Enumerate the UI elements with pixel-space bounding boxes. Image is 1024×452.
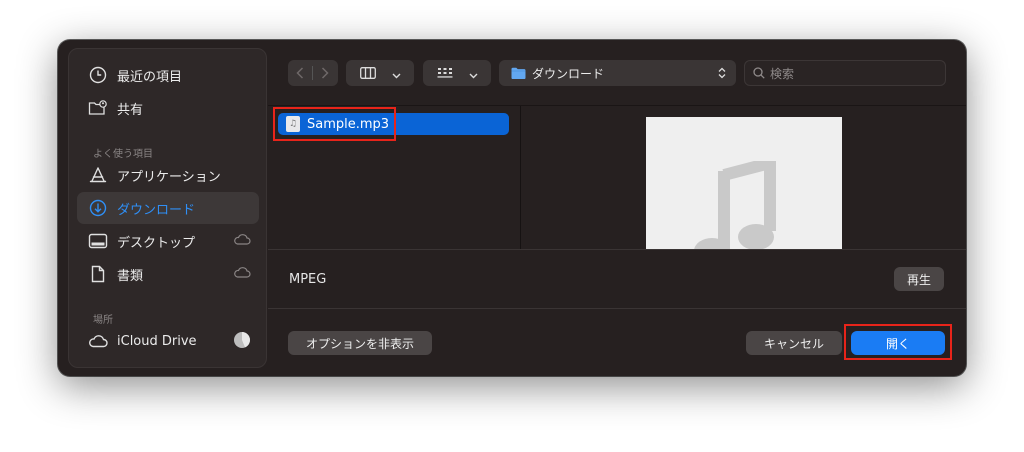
sidebar-item-label: iCloud Drive — [117, 333, 197, 349]
partial-sidebar-icon — [97, 363, 109, 367]
group-button[interactable] — [423, 60, 491, 86]
highlight-box — [273, 107, 396, 141]
file-kind: MPEG — [289, 272, 327, 287]
view-mode-button[interactable] — [346, 60, 414, 86]
download-icon — [87, 197, 109, 219]
hide-options-button[interactable]: オプションを非表示 — [288, 331, 432, 355]
up-down-chevron-icon — [718, 64, 726, 83]
sidebar-item-label: 共有 — [117, 102, 144, 118]
icloud-status-icon — [233, 233, 251, 249]
storage-pie-icon — [233, 331, 251, 353]
sidebar-item-shared[interactable]: 共有 — [77, 92, 259, 124]
column-divider — [520, 106, 521, 249]
sidebar-item-label: 書類 — [117, 268, 144, 284]
icloud-status-icon — [233, 266, 251, 282]
chevron-down-icon — [469, 64, 478, 83]
document-icon — [87, 263, 109, 285]
locations-header: 場所 — [93, 315, 113, 326]
cancel-button[interactable]: キャンセル — [746, 331, 842, 355]
footer-divider — [268, 308, 966, 309]
location-current: ダウンロード — [511, 65, 604, 82]
preview-divider — [268, 249, 966, 250]
sidebar-item-label: ダウンロード — [117, 202, 196, 218]
search-field[interactable]: 検索 — [744, 60, 946, 86]
sidebar-item-label: 最近の項目 — [117, 69, 183, 85]
forward-icon[interactable] — [313, 67, 337, 79]
sidebar-item-recents[interactable]: 最近の項目 — [77, 59, 259, 91]
play-button[interactable]: 再生 — [894, 267, 944, 291]
grid-group-icon — [437, 64, 453, 83]
search-placeholder: 検索 — [770, 66, 795, 81]
sidebar-item-label: デスクトップ — [117, 235, 196, 251]
location-label: ダウンロード — [532, 66, 605, 81]
desktop-icon — [87, 230, 109, 252]
shared-folder-icon — [87, 97, 109, 119]
clock-icon — [87, 64, 109, 86]
highlight-box — [844, 324, 952, 360]
music-note-icon — [694, 155, 778, 249]
applications-icon — [87, 164, 109, 186]
sidebar-item-documents[interactable]: 書類 — [77, 258, 259, 290]
sidebar-item-applications[interactable]: アプリケーション — [77, 159, 259, 191]
back-icon[interactable] — [288, 67, 312, 79]
folder-icon — [511, 67, 526, 79]
column-view-icon — [360, 64, 376, 83]
sidebar-item-icloud-drive[interactable]: iCloud Drive — [77, 325, 259, 357]
back-forward-control[interactable] — [288, 60, 338, 86]
location-popup[interactable]: ダウンロード — [499, 60, 736, 86]
search-icon — [753, 67, 765, 79]
favorites-header: よく使う項目 — [93, 149, 153, 160]
cloud-icon — [87, 330, 109, 352]
sidebar: 最近の項目 共有 よく使う項目 アプリケーション ダウンロード デスクトップ 書… — [68, 48, 267, 368]
open-file-dialog: 最近の項目 共有 よく使う項目 アプリケーション ダウンロード デスクトップ 書… — [58, 40, 966, 376]
sidebar-item-downloads[interactable]: ダウンロード — [77, 192, 259, 224]
sidebar-item-desktop[interactable]: デスクトップ — [77, 225, 259, 257]
sidebar-item-label: アプリケーション — [117, 169, 221, 185]
chevron-down-icon — [392, 64, 401, 83]
toolbar-divider — [268, 105, 966, 106]
preview-thumbnail — [646, 117, 842, 249]
